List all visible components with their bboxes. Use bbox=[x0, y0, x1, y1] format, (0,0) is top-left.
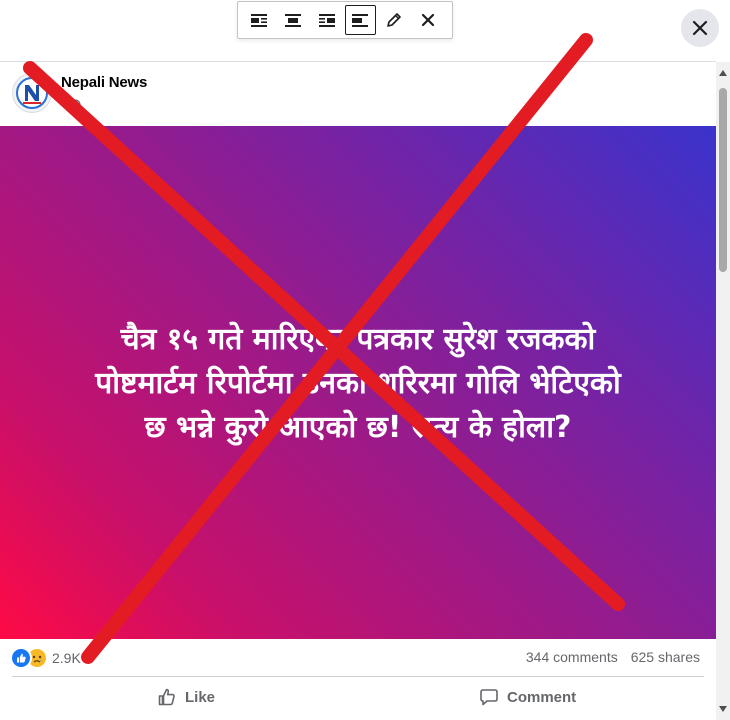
pencil-icon bbox=[387, 13, 401, 27]
headline-line-3: छ भन्ने कुरो आएको छ! सत्य के होला? bbox=[144, 410, 572, 445]
like-label: Like bbox=[185, 688, 216, 706]
scroll-up-arrow-icon[interactable] bbox=[719, 70, 727, 76]
comment-icon bbox=[480, 689, 498, 706]
shares-count[interactable]: 625 shares bbox=[631, 649, 700, 665]
remove-image-button[interactable] bbox=[412, 5, 443, 35]
post-stats: 344 comments 625 shares bbox=[526, 649, 700, 665]
like-icon bbox=[10, 647, 32, 669]
scrollbar[interactable] bbox=[716, 62, 730, 720]
align-left-button[interactable] bbox=[244, 5, 275, 35]
meta-dot: · bbox=[61, 97, 66, 112]
comment-label: Comment bbox=[507, 688, 577, 706]
close-icon bbox=[421, 13, 434, 27]
reaction-count: 2.9K bbox=[52, 650, 81, 666]
align-right-button[interactable] bbox=[311, 5, 342, 35]
nepali-news-logo-icon bbox=[16, 77, 48, 109]
headline-line-1: चैत्र १५ गते मारिएका पत्रकार सुरेश रजकको bbox=[120, 322, 596, 357]
scroll-thumb[interactable] bbox=[719, 88, 727, 272]
close-icon bbox=[692, 20, 708, 36]
align-none-button[interactable] bbox=[344, 5, 376, 35]
globe-icon bbox=[69, 98, 81, 111]
avatar[interactable] bbox=[12, 73, 52, 113]
like-button[interactable]: Like bbox=[157, 686, 215, 708]
align-left-icon bbox=[251, 14, 268, 27]
thumbs-up-icon bbox=[158, 688, 175, 706]
scroll-down-arrow-icon[interactable] bbox=[719, 706, 727, 712]
image-headline: चैत्र १५ गते मारिएका पत्रकार सुरेश रजकको… bbox=[0, 318, 716, 450]
comments-count[interactable]: 344 comments bbox=[526, 649, 618, 665]
post-meta: · bbox=[61, 97, 81, 112]
comment-button[interactable]: Comment bbox=[479, 686, 576, 708]
close-button[interactable] bbox=[681, 9, 719, 47]
align-center-button[interactable] bbox=[278, 5, 309, 35]
reactions-summary[interactable]: 2.9K bbox=[10, 647, 81, 669]
top-divider bbox=[0, 61, 716, 62]
align-none-icon bbox=[352, 14, 369, 27]
actions-divider bbox=[12, 676, 704, 677]
edit-button[interactable] bbox=[379, 5, 410, 35]
headline-line-2: पोष्टमार्टम रिपोर्टमा उनको शरिरमा गोलि भ… bbox=[95, 366, 621, 401]
align-right-icon bbox=[318, 14, 335, 27]
align-center-icon bbox=[284, 14, 301, 27]
page-name[interactable]: Nepali News bbox=[61, 74, 147, 91]
post-image[interactable]: चैत्र १५ गते मारिएका पत्रकार सुरेश रजकको… bbox=[0, 126, 716, 639]
image-toolbar bbox=[237, 1, 453, 39]
